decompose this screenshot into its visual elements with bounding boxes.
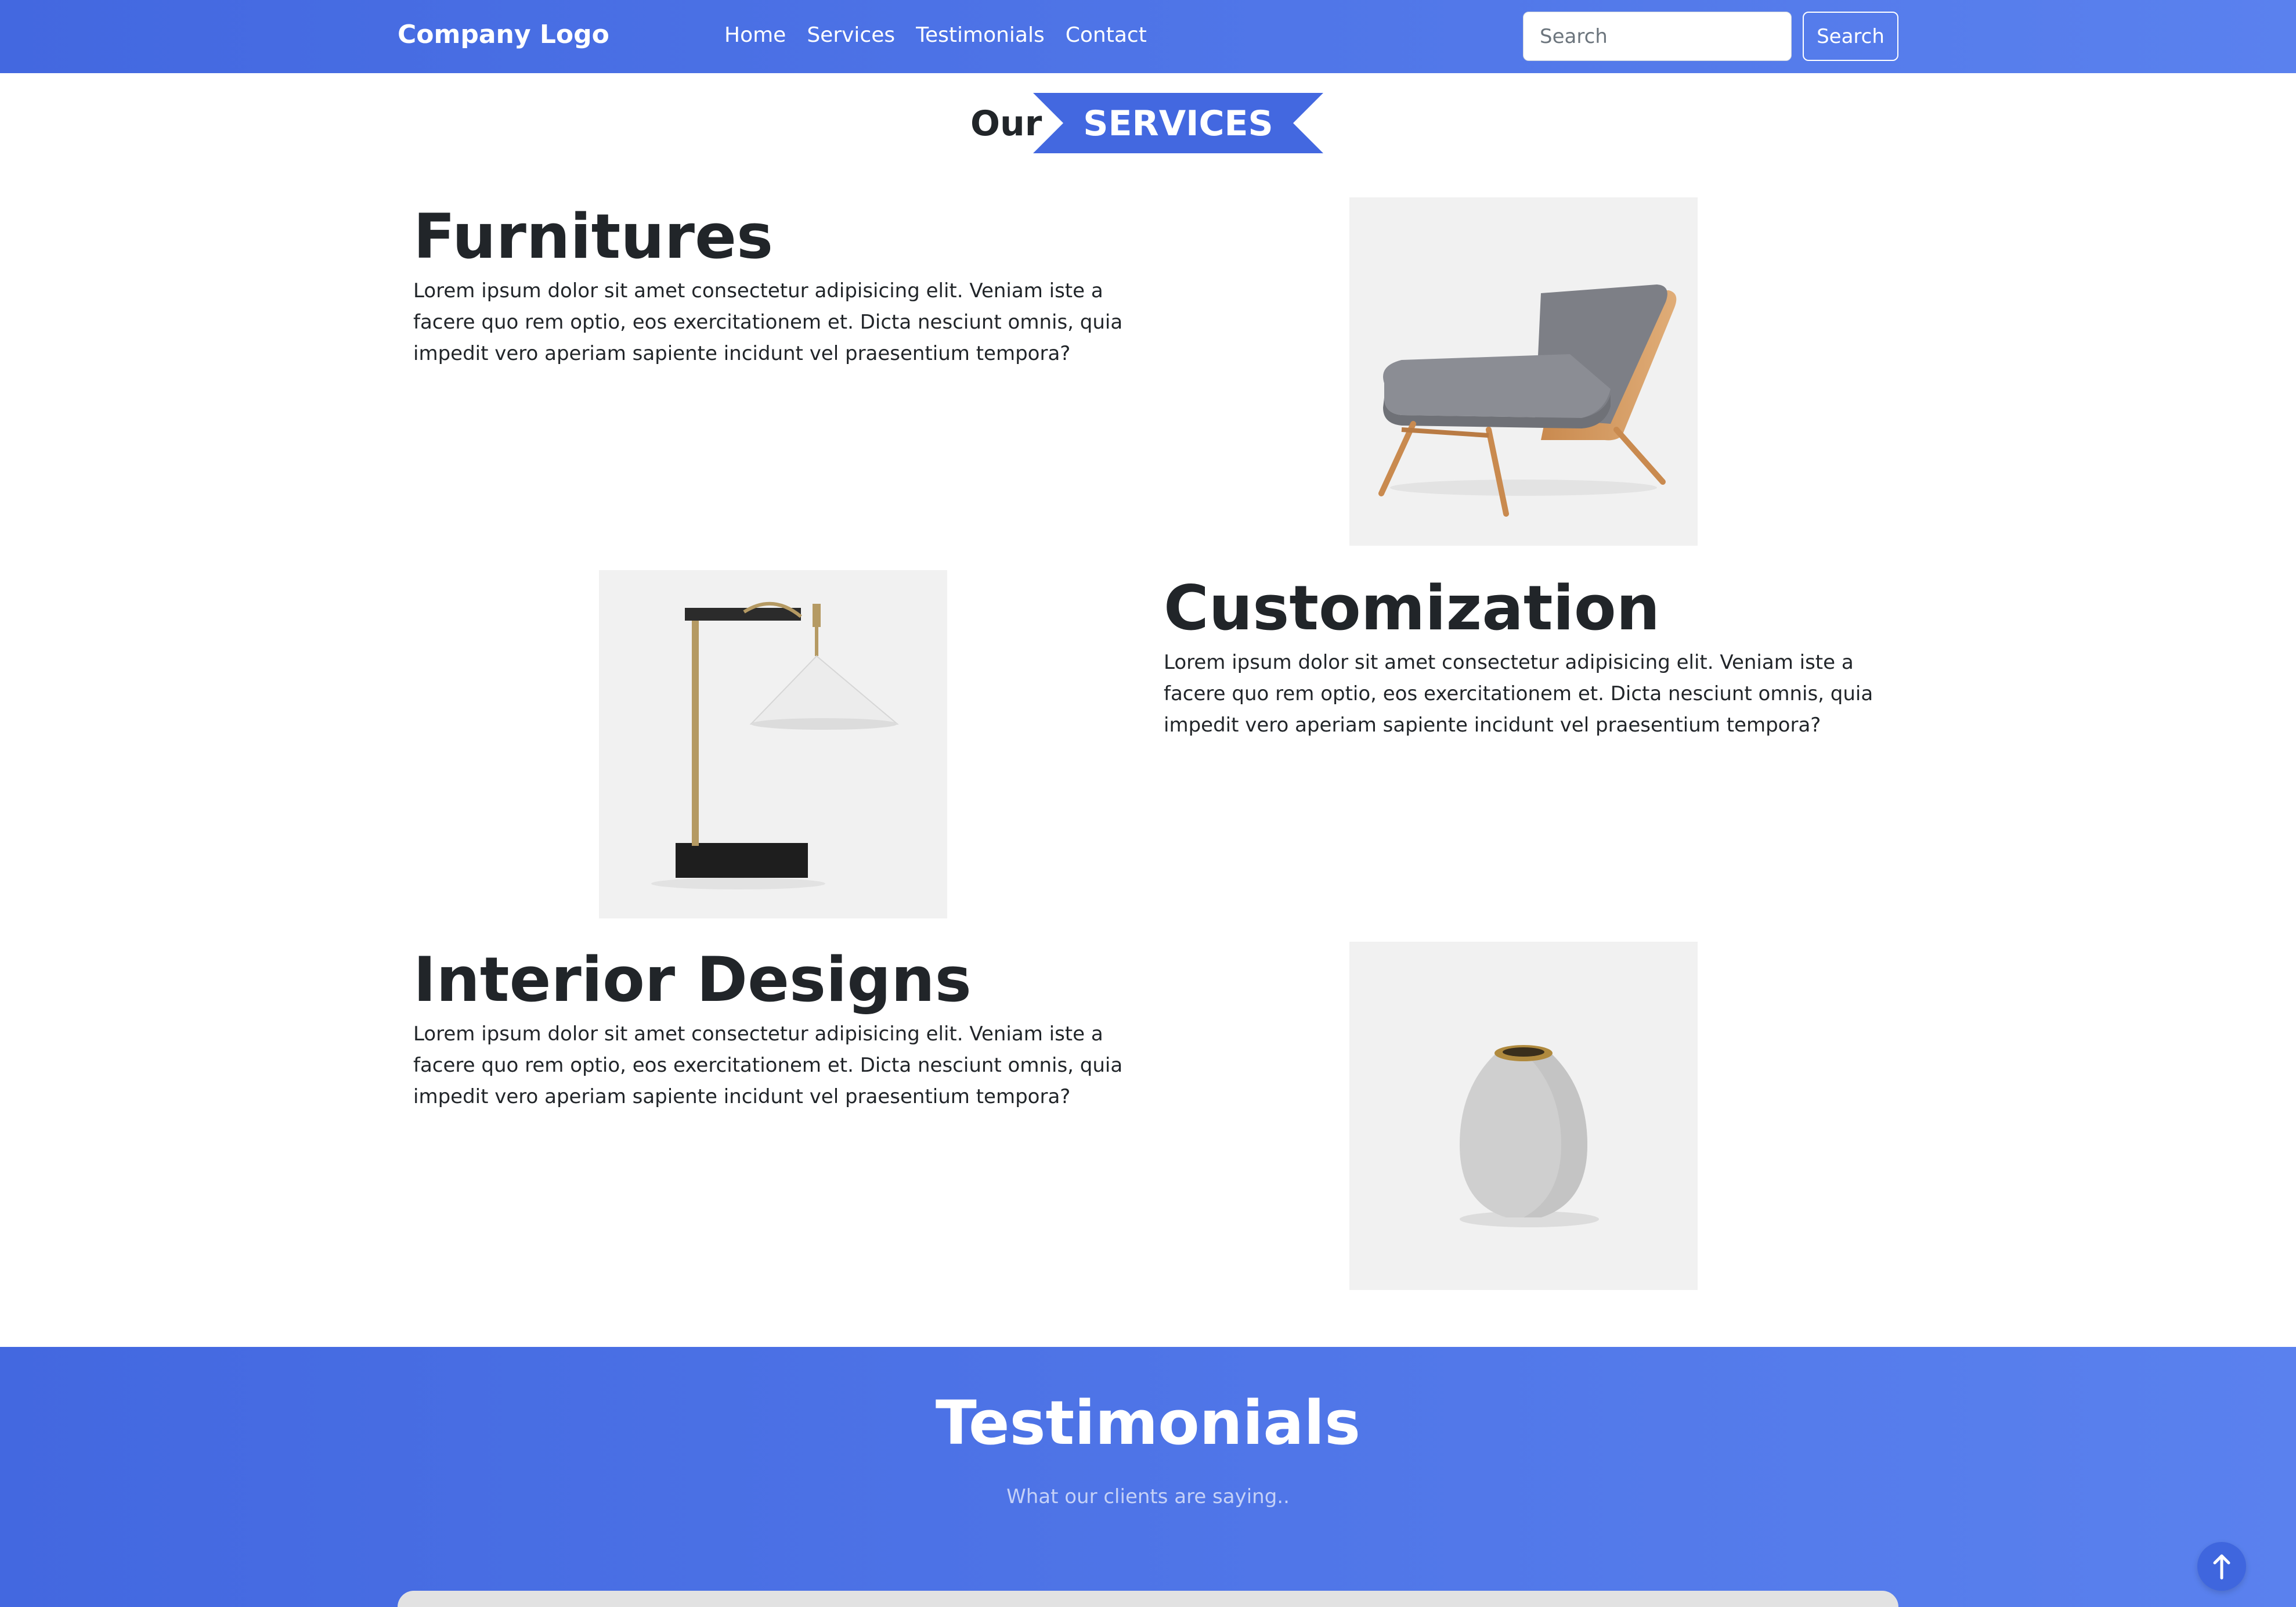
service-heading-furnitures: Furnitures: [413, 201, 774, 272]
services-title-prefix: Our: [970, 103, 1042, 144]
services-title-highlight: SERVICES: [1083, 103, 1273, 144]
search-button[interactable]: Search: [1803, 12, 1898, 61]
nav-links: Home Services Testimonials Contact: [724, 23, 1147, 47]
nav-home[interactable]: Home: [724, 23, 786, 47]
services-title: Our SERVICES: [0, 93, 2296, 153]
testimonial-card: [398, 1591, 1898, 1607]
navbar: Company Logo Home Services Testimonials …: [0, 0, 2296, 73]
search-input[interactable]: [1523, 12, 1792, 61]
nav-services[interactable]: Services: [807, 23, 895, 47]
armchair-image: [1349, 197, 1698, 546]
lamp-icon: [651, 601, 899, 889]
service-text-customization: Lorem ipsum dolor sit amet consectetur a…: [1164, 651, 1873, 737]
testimonials-section: Testimonials What our clients are saying…: [0, 1347, 2296, 1607]
back-to-top-button[interactable]: [2197, 1542, 2246, 1591]
testimonials-subtitle: What our clients are saying..: [1006, 1485, 1290, 1508]
vase-image: [1349, 942, 1698, 1290]
service-heading-customization: Customization: [1164, 572, 1660, 644]
vase-icon: [1460, 1045, 1599, 1227]
armchair-icon: [1378, 284, 1677, 517]
desk-lamp-image: [599, 570, 947, 918]
service-heading-interior-designs: Interior Designs: [413, 944, 972, 1015]
service-text-interior-designs: Lorem ipsum dolor sit amet consectetur a…: [413, 1022, 1123, 1108]
service-text-furnitures: Lorem ipsum dolor sit amet consectetur a…: [413, 279, 1123, 365]
arrow-up-icon: [2213, 1554, 2230, 1580]
company-logo[interactable]: Company Logo: [398, 20, 609, 49]
nav-contact[interactable]: Contact: [1066, 23, 1147, 47]
nav-testimonials[interactable]: Testimonials: [916, 23, 1045, 47]
testimonials-title: Testimonials: [935, 1388, 1361, 1458]
